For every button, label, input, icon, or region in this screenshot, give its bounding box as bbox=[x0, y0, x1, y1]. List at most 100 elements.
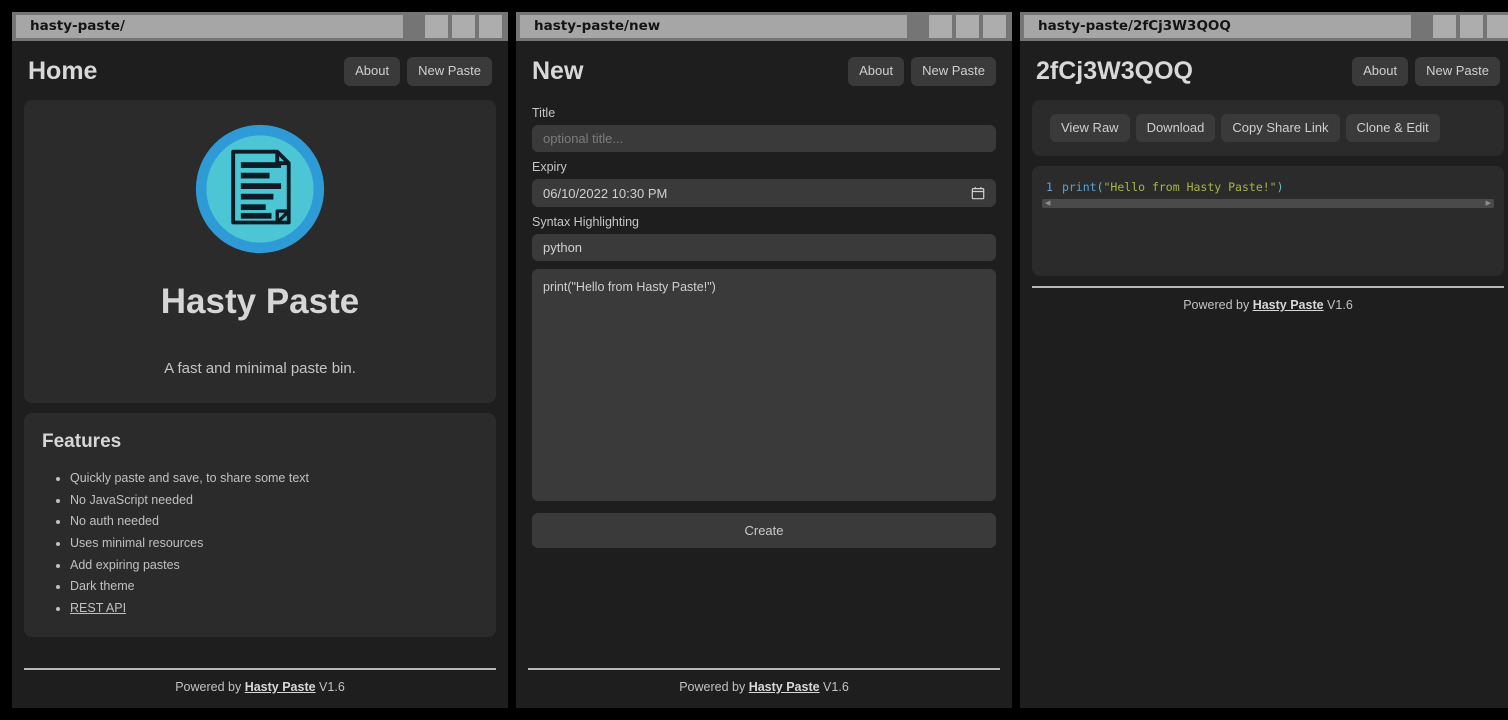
desktop-screen: hasty-paste/ Home About New Paste bbox=[0, 0, 1508, 720]
list-item: Uses minimal resources bbox=[70, 533, 478, 555]
line-number: 1 bbox=[1046, 180, 1053, 194]
titlebar-home[interactable]: hasty-paste/ bbox=[12, 12, 508, 41]
title-input[interactable] bbox=[532, 125, 996, 152]
navbar-home: Home About New Paste bbox=[24, 41, 496, 100]
download-button[interactable]: Download bbox=[1136, 114, 1216, 142]
new-paste-button[interactable]: New Paste bbox=[1415, 57, 1500, 85]
expiry-input[interactable]: 06/10/2022 10:30 PM bbox=[532, 179, 996, 207]
feature-label: Quickly paste and save, to share some te… bbox=[70, 471, 309, 485]
window-controls-view bbox=[1433, 15, 1508, 38]
window-new-paste: hasty-paste/new New About New Paste Titl… bbox=[516, 12, 1012, 708]
about-button[interactable]: About bbox=[344, 57, 400, 85]
feature-label: Dark theme bbox=[70, 579, 135, 593]
calendar-icon[interactable] bbox=[971, 186, 985, 200]
list-item: Add expiring pastes bbox=[70, 555, 478, 577]
footer-version: V1.6 bbox=[820, 680, 849, 694]
hero-card: Hasty Paste A fast and minimal paste bin… bbox=[24, 100, 496, 403]
minimize-button[interactable] bbox=[1433, 15, 1456, 38]
expiry-field-label: Expiry bbox=[532, 160, 996, 174]
features-heading: Features bbox=[42, 431, 478, 453]
copy-share-link-button[interactable]: Copy Share Link bbox=[1221, 114, 1339, 142]
footer-new: Powered by Hasty Paste V1.6 bbox=[528, 668, 1000, 708]
maximize-button[interactable] bbox=[956, 15, 979, 38]
window-home: hasty-paste/ Home About New Paste bbox=[12, 12, 508, 708]
code-token-paren-close: ) bbox=[1277, 180, 1284, 194]
titlebar-title-view: hasty-paste/2fCj3W3QOQ bbox=[1024, 15, 1411, 38]
syntax-input[interactable] bbox=[532, 234, 996, 261]
code-token-string: "Hello from Hasty Paste!" bbox=[1104, 180, 1277, 194]
page-new: New About New Paste Title Expiry 06/10/2… bbox=[516, 41, 1012, 708]
code-line: 1 print("Hello from Hasty Paste!") bbox=[1042, 180, 1494, 196]
window-controls-home bbox=[425, 15, 502, 38]
maximize-button[interactable] bbox=[452, 15, 475, 38]
footer-link[interactable]: Hasty Paste bbox=[1253, 298, 1324, 312]
new-paste-form: Title Expiry 06/10/2022 10:30 PM Syntax … bbox=[528, 100, 1000, 548]
about-button[interactable]: About bbox=[848, 57, 904, 85]
scroll-right-arrow-icon[interactable]: ▶ bbox=[1486, 200, 1491, 207]
feature-label: Add expiring pastes bbox=[70, 558, 180, 572]
hero-title: Hasty Paste bbox=[161, 282, 359, 322]
new-paste-button[interactable]: New Paste bbox=[911, 57, 996, 85]
create-button[interactable]: Create bbox=[532, 513, 996, 548]
paste-toolbar: View Raw Download Copy Share Link Clone … bbox=[1032, 100, 1504, 156]
nav-links-view: About New Paste bbox=[1352, 57, 1500, 85]
code-horizontal-scrollbar[interactable]: ◀ ▶ bbox=[1042, 199, 1494, 208]
clone-and-edit-button[interactable]: Clone & Edit bbox=[1346, 114, 1440, 142]
minimize-button[interactable] bbox=[425, 15, 448, 38]
footer-link[interactable]: Hasty Paste bbox=[749, 680, 820, 694]
hero-subtitle: A fast and minimal paste bin. bbox=[164, 360, 356, 377]
title-field-label: Title bbox=[532, 106, 996, 120]
close-button[interactable] bbox=[983, 15, 1006, 38]
footer-view: Powered by Hasty Paste V1.6 bbox=[1032, 286, 1504, 326]
page-title: Home bbox=[28, 57, 97, 86]
code-token-paren-open: ( bbox=[1097, 180, 1104, 194]
titlebar-title-new: hasty-paste/new bbox=[520, 15, 907, 38]
titlebar-new[interactable]: hasty-paste/new bbox=[516, 12, 1012, 41]
page-title: 2fCj3W3QOQ bbox=[1036, 57, 1193, 86]
list-item: No JavaScript needed bbox=[70, 490, 478, 512]
expiry-value: 06/10/2022 10:30 PM bbox=[543, 186, 667, 201]
feature-label: No auth needed bbox=[70, 514, 159, 528]
footer-link[interactable]: Hasty Paste bbox=[245, 680, 316, 694]
minimize-button[interactable] bbox=[929, 15, 952, 38]
page-title: New bbox=[532, 57, 583, 86]
window-controls-new bbox=[929, 15, 1006, 38]
footer-home: Powered by Hasty Paste V1.6 bbox=[24, 668, 496, 708]
code-token-function: print bbox=[1062, 180, 1097, 194]
list-item: No auth needed bbox=[70, 511, 478, 533]
document-lines-icon bbox=[193, 122, 327, 256]
new-spacer bbox=[528, 548, 1000, 668]
feature-label: Uses minimal resources bbox=[70, 536, 203, 550]
syntax-field-label: Syntax Highlighting bbox=[532, 215, 996, 229]
window-view-paste: hasty-paste/2fCj3W3QOQ 2fCj3W3QOQ About … bbox=[1020, 12, 1508, 708]
titlebar-view[interactable]: hasty-paste/2fCj3W3QOQ bbox=[1020, 12, 1508, 41]
paste-content-textarea[interactable] bbox=[532, 269, 996, 501]
close-button[interactable] bbox=[1487, 15, 1508, 38]
list-item: REST API bbox=[70, 598, 478, 620]
footer-prefix: Powered by bbox=[1183, 298, 1252, 312]
about-button[interactable]: About bbox=[1352, 57, 1408, 85]
rest-api-link[interactable]: REST API bbox=[70, 601, 126, 615]
nav-links-home: About New Paste bbox=[344, 57, 492, 85]
navbar-view: 2fCj3W3QOQ About New Paste bbox=[1032, 41, 1504, 100]
footer-prefix: Powered by bbox=[679, 680, 748, 694]
navbar-new: New About New Paste bbox=[528, 41, 1000, 100]
features-list: Quickly paste and save, to share some te… bbox=[42, 468, 478, 619]
features-card: Features Quickly paste and save, to shar… bbox=[24, 413, 496, 637]
list-item: Dark theme bbox=[70, 576, 478, 598]
page-home: Home About New Paste bbox=[12, 41, 508, 708]
footer-version: V1.6 bbox=[1324, 298, 1353, 312]
close-button[interactable] bbox=[479, 15, 502, 38]
view-spacer bbox=[1032, 326, 1504, 708]
footer-version: V1.6 bbox=[316, 680, 345, 694]
scroll-left-arrow-icon[interactable]: ◀ bbox=[1045, 200, 1050, 207]
page-view: 2fCj3W3QOQ About New Paste View Raw Down… bbox=[1020, 41, 1508, 708]
home-spacer bbox=[24, 647, 496, 668]
feature-label: No JavaScript needed bbox=[70, 493, 193, 507]
list-item: Quickly paste and save, to share some te… bbox=[70, 468, 478, 490]
maximize-button[interactable] bbox=[1460, 15, 1483, 38]
footer-prefix: Powered by bbox=[175, 680, 244, 694]
titlebar-title-home: hasty-paste/ bbox=[16, 15, 403, 38]
new-paste-button[interactable]: New Paste bbox=[407, 57, 492, 85]
view-raw-button[interactable]: View Raw bbox=[1050, 114, 1130, 142]
